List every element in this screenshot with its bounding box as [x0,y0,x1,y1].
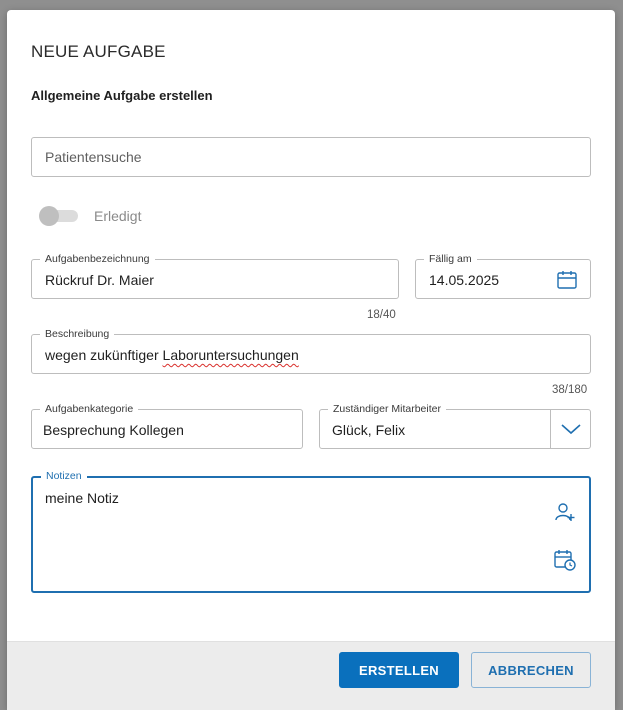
dialog-subtitle: Allgemeine Aufgabe erstellen [31,88,213,103]
due-date-field[interactable]: Fällig am 14.05.2025 [415,252,591,299]
done-toggle-label: Erledigt [94,208,142,224]
calendar-icon[interactable] [556,269,578,291]
task-name-counter: 18/40 [367,309,396,321]
dialog-title: NEUE AUFGABE [31,42,166,61]
description-label: Beschreibung [40,327,115,341]
assignee-label: Zuständiger Mitarbeiter [328,402,446,416]
description-counter: 38/180 [552,384,588,396]
assignee-select[interactable]: Zuständiger Mitarbeiter Glück, Felix [319,402,591,449]
task-name-value: Rückruf Dr. Maier [45,272,154,288]
due-date-label: Fällig am [424,252,477,266]
category-field[interactable]: Aufgabenkategorie Besprechung Kollegen [31,402,303,449]
calendar-clock-icon[interactable] [553,548,577,572]
notes-textarea[interactable]: Notizen meine Notiz [31,469,591,593]
toggle-knob [39,206,59,226]
add-user-icon[interactable] [554,501,576,523]
notes-label: Notizen [41,469,87,483]
patient-search-input[interactable]: Patientensuche [31,137,591,177]
select-divider [550,410,551,448]
new-task-dialog: NEUE AUFGABE Allgemeine Aufgabe erstelle… [7,10,615,710]
description-value: wegen zukünftiger Laboruntersuchungen [45,347,299,363]
description-field[interactable]: Beschreibung wegen zukünftiger Laborunte… [31,327,591,374]
assignee-value: Glück, Felix [332,422,406,438]
task-name-label: Aufgabenbezeichnung [40,252,155,266]
description-text: wegen zukünftiger [45,347,163,363]
cancel-button[interactable]: ABBRECHEN [471,652,591,688]
task-name-field[interactable]: Aufgabenbezeichnung Rückruf Dr. Maier [31,252,399,299]
chevron-down-icon[interactable] [560,420,582,438]
dialog-footer: ERSTELLEN ABBRECHEN [7,641,615,710]
description-misspelled-word: Laboruntersuchungen [162,347,299,363]
notes-value: meine Notiz [45,490,119,506]
due-date-value: 14.05.2025 [429,272,500,288]
patient-search-placeholder: Patientensuche [45,149,142,165]
category-value: Besprechung Kollegen [43,422,184,438]
category-label: Aufgabenkategorie [40,402,139,416]
create-button[interactable]: ERSTELLEN [339,652,459,688]
